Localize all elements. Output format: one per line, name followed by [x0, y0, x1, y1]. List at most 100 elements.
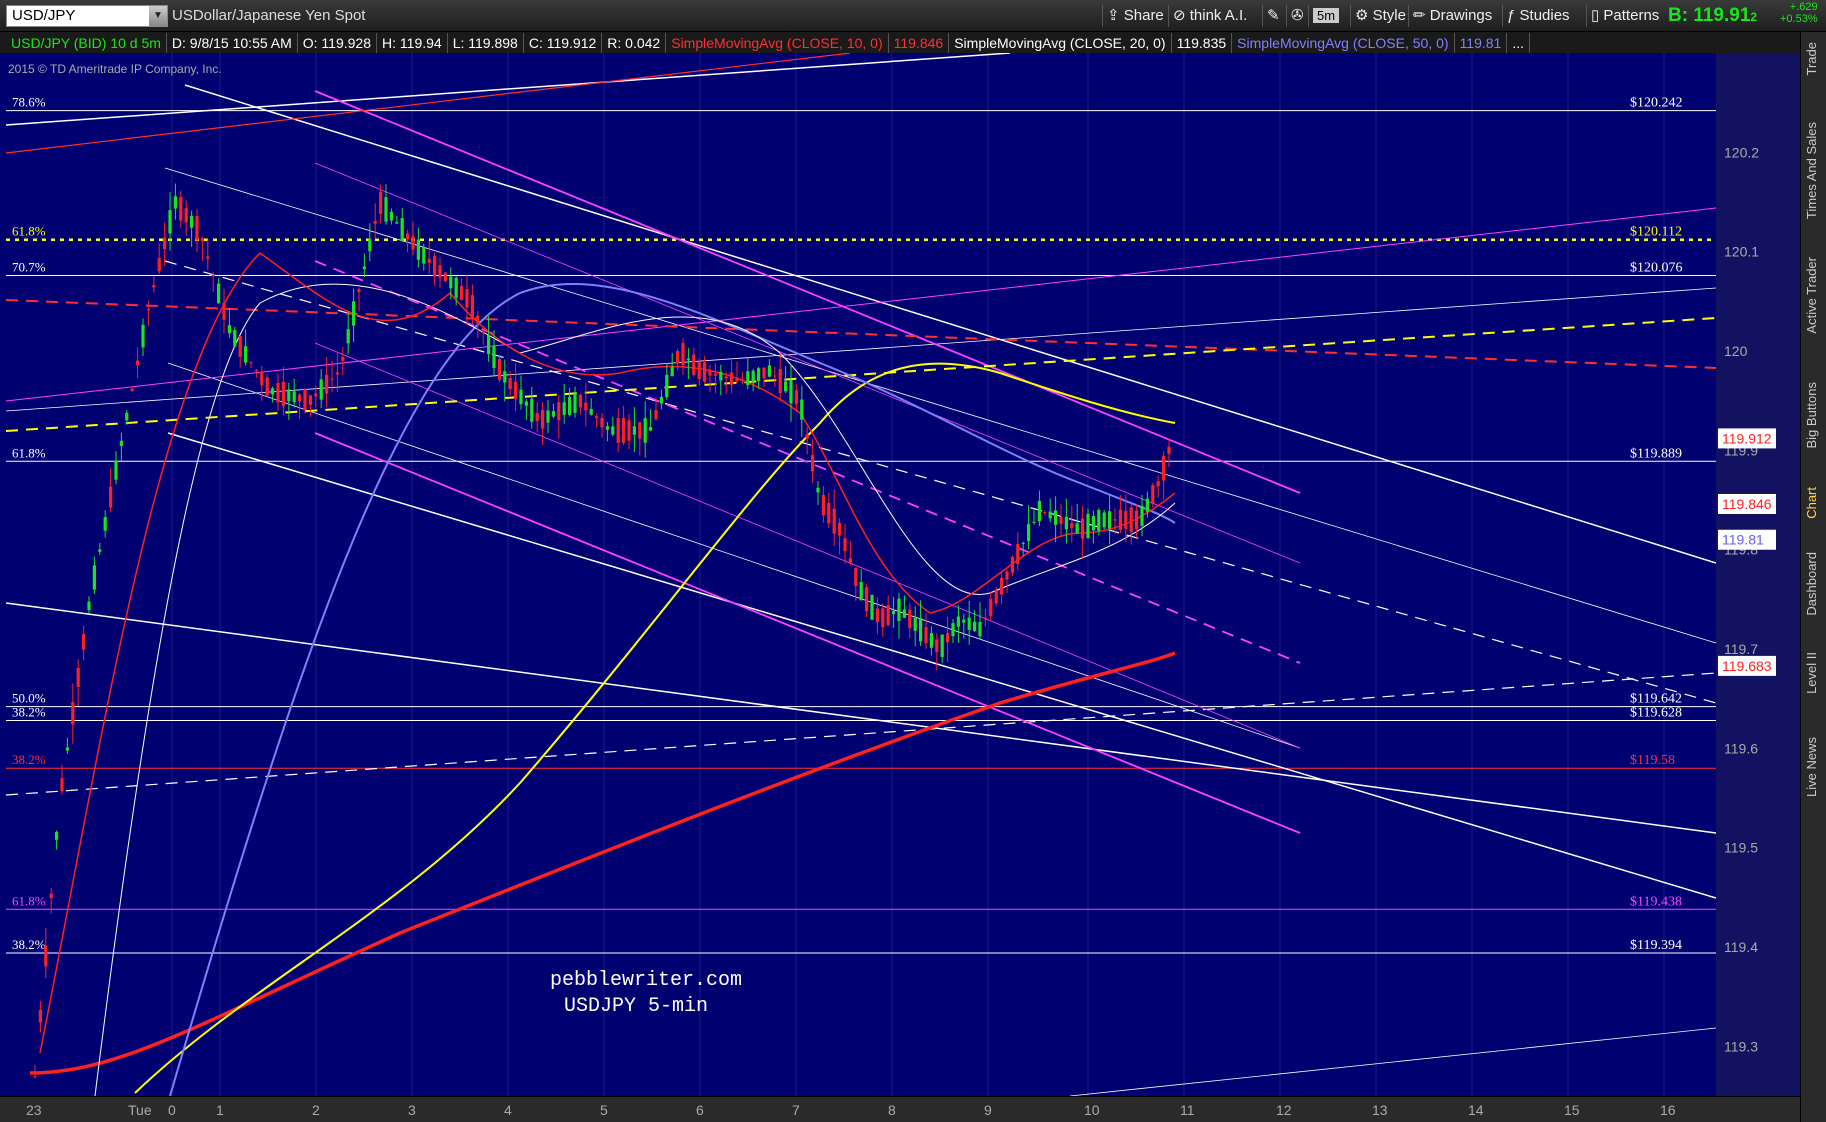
sma50-value: 119.81: [1455, 33, 1508, 53]
fib-level-percent: 38.2%: [12, 937, 46, 952]
candle-body: [222, 302, 226, 320]
candle-body: [951, 623, 955, 637]
candle-body: [368, 238, 372, 252]
candle-body: [638, 422, 642, 439]
candle-body: [303, 389, 307, 410]
candle-body: [335, 372, 339, 375]
y-tick-label: 119.4: [1724, 939, 1758, 955]
candle-body: [1124, 510, 1128, 529]
status-low: L: 119.898: [448, 33, 524, 53]
candle-body: [395, 222, 399, 224]
candle-body: [271, 388, 275, 395]
sma10-label[interactable]: SimpleMovingAvg (CLOSE, 10, 0): [666, 33, 889, 53]
candle-body: [897, 598, 901, 621]
candle-body: [1113, 519, 1117, 521]
candle-body: [330, 378, 334, 380]
fib-level-percent: 61.8%: [12, 445, 46, 460]
tab-level-ii[interactable]: Level II: [1804, 652, 1824, 694]
candle-body: [508, 377, 512, 390]
candle-body: [422, 247, 426, 264]
candle-body: [470, 295, 474, 319]
candle-body: [298, 394, 302, 402]
tab-live-news[interactable]: Live News: [1804, 737, 1824, 797]
candle-body: [865, 587, 869, 612]
candle-body: [87, 601, 91, 611]
candle-body: [1000, 577, 1004, 595]
symbol-input[interactable]: USD/JPY ▼: [6, 5, 168, 27]
pencil-icon[interactable]: ✎: [1262, 5, 1284, 27]
candle-body: [1108, 511, 1112, 529]
sma20-value: 119.835: [1172, 33, 1233, 53]
y-axis-ticks: 120.2120.1120119.9119.8119.7119.6119.511…: [1724, 144, 1759, 1054]
drawings-button[interactable]: ✏ Drawings: [1408, 5, 1496, 27]
fib-level-percent: 50.0%: [12, 691, 46, 706]
candle-body: [627, 420, 631, 441]
candle-body: [1070, 523, 1074, 529]
candle-body: [346, 329, 350, 344]
candle-body: [859, 582, 863, 601]
candle-body: [546, 410, 550, 423]
x-tick-label: 1: [216, 1102, 224, 1118]
copyright-text: 2015 © TD Ameritrade IP Company, Inc.: [8, 62, 222, 76]
candle-body: [762, 367, 766, 379]
price-chart[interactable]: 78.6% $120.242 61.8% $120.112 70.7% $120.076 6…: [0, 53, 1716, 1096]
candle-body: [973, 621, 977, 632]
candle-body: [362, 266, 366, 270]
candle-body: [1151, 485, 1155, 504]
candle-body: [1129, 507, 1133, 533]
candle-body: [92, 565, 96, 590]
chevron-down-icon[interactable]: ▼: [149, 6, 167, 26]
candle-body: [724, 376, 728, 379]
candle-body: [503, 371, 507, 383]
wrench-icon[interactable]: ✇: [1286, 5, 1308, 27]
aggregation-button[interactable]: 5m: [1308, 5, 1343, 27]
candle-body: [157, 258, 161, 272]
fib-level-price: $120.076: [1630, 261, 1683, 276]
time-axis-bar[interactable]: 23 Tue 0 1 2 3 4 5 6 7 8 9 10 11 12 13 14 15 16: [0, 1096, 1800, 1122]
candle-body: [411, 236, 415, 250]
candle-body: [551, 411, 555, 417]
candle-body: [541, 409, 545, 429]
share-button[interactable]: ⇪ Share: [1102, 5, 1168, 27]
candle-body: [589, 408, 593, 415]
candle-body: [1032, 521, 1036, 523]
think-ai-button[interactable]: ⊘ think A.I.: [1168, 5, 1251, 27]
studies-button[interactable]: ƒ Studies: [1502, 5, 1574, 27]
candle-body: [1021, 543, 1025, 545]
tab-trade[interactable]: Trade: [1804, 42, 1824, 75]
x-tick-label: 12: [1276, 1102, 1292, 1118]
tab-big-buttons[interactable]: Big Buttons: [1804, 382, 1824, 449]
tab-times-and-sales[interactable]: Times And Sales: [1804, 122, 1824, 219]
candle-body: [848, 558, 852, 564]
sma50-label[interactable]: SimpleMovingAvg (CLOSE, 50, 0): [1232, 33, 1455, 53]
candle-body: [686, 358, 690, 361]
more-studies[interactable]: ...: [1507, 33, 1531, 53]
candle-body: [1048, 511, 1052, 519]
tab-dashboard[interactable]: Dashboard: [1804, 552, 1824, 616]
style-button[interactable]: ⚙ Style: [1350, 5, 1410, 27]
candle-body: [163, 237, 167, 250]
candle-body: [55, 831, 59, 840]
fib-level-percent: 38.2%: [12, 752, 46, 767]
y-tick-label: 119.5: [1724, 840, 1758, 856]
price-label: 119.683: [1722, 658, 1772, 674]
candle-body: [287, 389, 291, 402]
fib-level-price: $119.642: [1630, 692, 1682, 707]
candle-body: [265, 377, 269, 396]
candle-body: [1027, 524, 1031, 542]
status-high: H: 119.94: [377, 33, 448, 53]
y-tick-label: 119.7: [1724, 641, 1758, 657]
x-tick-label: 0: [168, 1102, 176, 1118]
patterns-button[interactable]: ▯ Patterns: [1586, 5, 1663, 27]
candle-body: [65, 747, 69, 751]
tab-active-trader[interactable]: Active Trader: [1804, 257, 1824, 334]
candle-body: [433, 255, 437, 277]
candle-body: [114, 460, 118, 480]
candle-body: [492, 345, 496, 369]
fib-level-percent: 78.6%: [12, 95, 46, 110]
candle-body: [249, 362, 253, 364]
candle-body: [1162, 455, 1166, 481]
tab-chart[interactable]: Chart: [1804, 487, 1824, 519]
sma20-label[interactable]: SimpleMovingAvg (CLOSE, 20, 0): [949, 33, 1172, 53]
candle-body: [1054, 510, 1058, 525]
